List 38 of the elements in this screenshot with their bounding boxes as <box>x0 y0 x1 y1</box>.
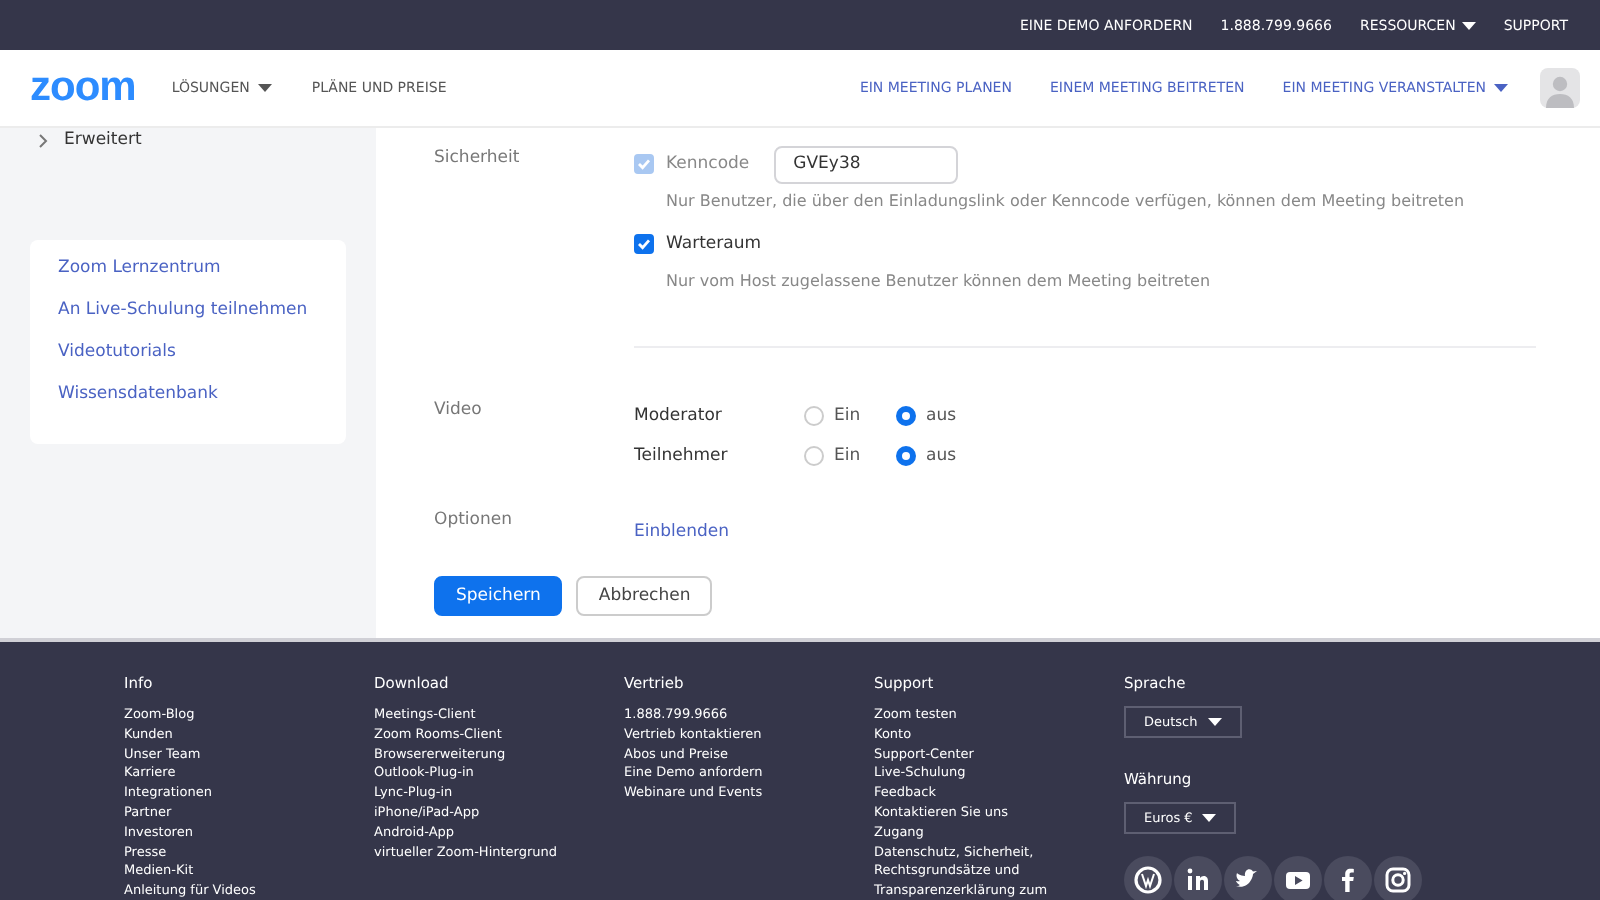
caret-icon <box>1461 21 1476 29</box>
caret-icon <box>257 84 272 92</box>
checkbox-label: Kenncode <box>666 154 750 174</box>
radio-button[interactable] <box>804 406 824 426</box>
radio-button[interactable] <box>896 446 916 466</box>
radio-label: aus <box>926 446 958 466</box>
section-label: Optionen <box>434 508 514 534</box>
radio-label: Ein <box>834 406 863 426</box>
camera-logo-icon[interactable] <box>1374 856 1422 900</box>
bird-logo-icon[interactable] <box>1224 856 1272 900</box>
save-button[interactable]: Speichern <box>434 576 563 616</box>
caret-icon <box>1494 84 1508 92</box>
caret-icon <box>1207 718 1222 726</box>
section-label: Video <box>434 398 484 424</box>
checkbox-label: Warteraum <box>666 234 761 254</box>
row-label: Moderator <box>634 406 724 426</box>
facebook-logo-icon[interactable] <box>1324 856 1372 900</box>
play-button-logo-icon[interactable] <box>1274 856 1322 900</box>
radio-label: Ein <box>834 446 863 466</box>
linkedin-logo-icon[interactable] <box>1174 856 1222 900</box>
section-label: Sicherheit <box>434 146 522 172</box>
show-link[interactable]: Einblenden <box>634 518 730 542</box>
cancel-button[interactable]: Abbrechen <box>576 576 713 616</box>
radio-button[interactable] <box>896 406 916 426</box>
wordpress-logo-icon[interactable] <box>1124 856 1172 900</box>
row-label: Teilnehmer <box>634 446 730 466</box>
help-link[interactable]: Videotutorials <box>58 342 318 362</box>
chevron-right-icon <box>38 133 48 147</box>
help-link[interactable]: Zoom Lernzentrum <box>58 258 318 278</box>
checkbox[interactable] <box>634 234 654 254</box>
option-description: Nur Benutzer, die über den Einladungslink oder Kenncode verfügen, können dem Meeting beitreten <box>664 192 1467 210</box>
caret-icon <box>1202 814 1217 822</box>
radio-button[interactable] <box>804 446 824 466</box>
help-link[interactable]: Wissensdatenbank <box>58 384 318 404</box>
radio-label: aus <box>926 406 958 426</box>
option-description: Nur vom Host zugelassene Benutzer können dem Meeting beitreten <box>664 272 1213 290</box>
expander-link[interactable]: Erweitert <box>30 128 346 150</box>
help-link[interactable]: An Live-Schulung teilnehmen <box>58 300 318 320</box>
